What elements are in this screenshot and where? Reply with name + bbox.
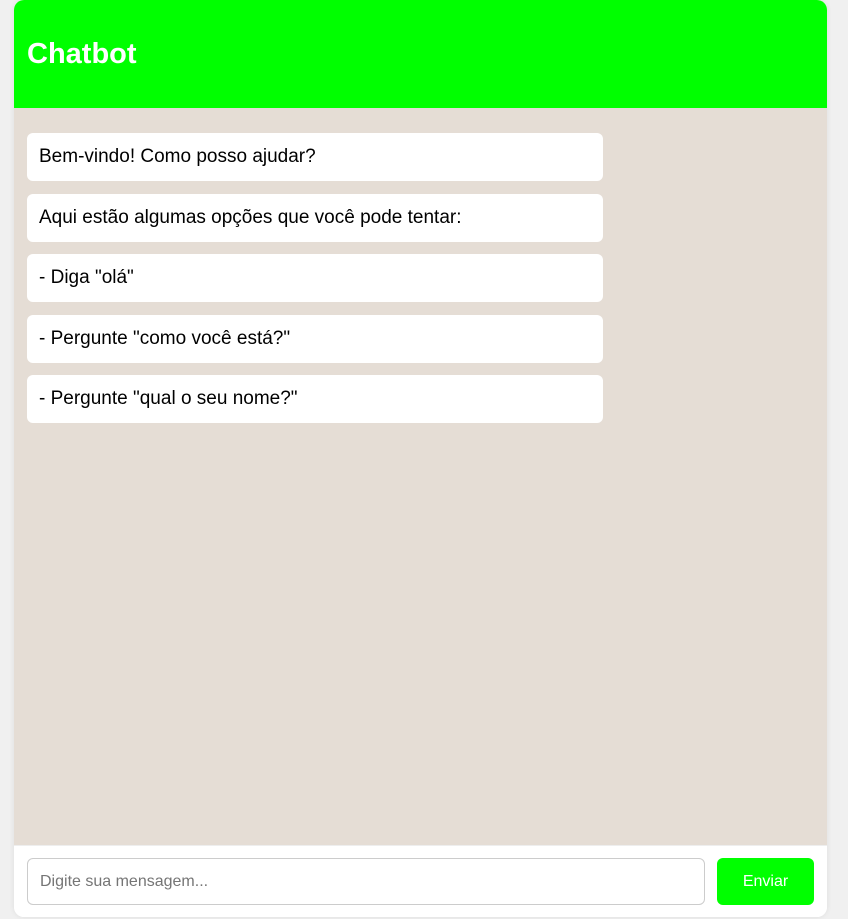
chat-input-bar: Enviar — [14, 845, 827, 917]
send-button[interactable]: Enviar — [717, 858, 814, 905]
bot-message: - Pergunte "como você está?" — [27, 314, 603, 363]
bot-message: - Pergunte "qual o seu nome?" — [27, 375, 603, 423]
chat-messages[interactable]: Bem-vindo! Como posso ajudar? Aqui estão… — [14, 108, 827, 845]
chat-title: Chatbot — [27, 37, 137, 70]
bot-message: Aqui estão algumas opções que você pode … — [27, 193, 603, 242]
chat-header: Chatbot — [14, 0, 827, 108]
chat-window: Chatbot Bem-vindo! Como posso ajudar? Aq… — [14, 0, 827, 917]
bot-message: Bem-vindo! Como posso ajudar? — [27, 133, 603, 181]
message-input[interactable] — [27, 858, 705, 905]
bot-message: - Diga "olá" — [27, 254, 603, 302]
